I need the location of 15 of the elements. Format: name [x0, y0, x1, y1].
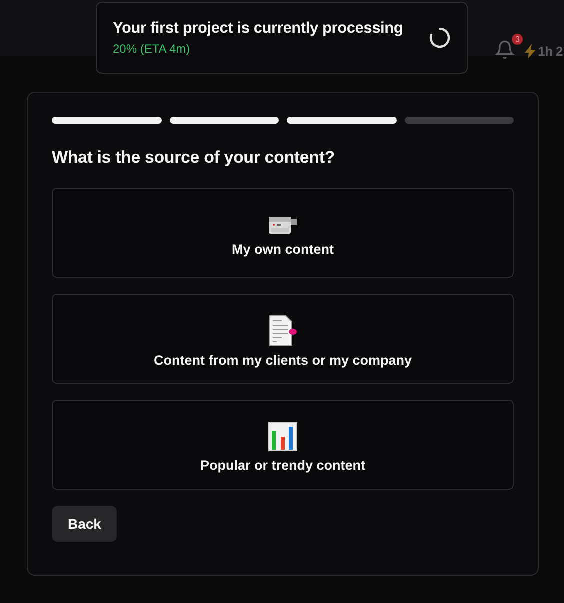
back-button[interactable]: Back — [52, 506, 118, 542]
lightning-icon — [525, 44, 536, 58]
spinner-icon — [429, 27, 451, 49]
document-icon — [268, 315, 298, 347]
video-camera-icon — [267, 214, 299, 236]
toast-progress: 20% (ETA 4m) — [113, 42, 192, 56]
toast-title: Your first project is currently processing — [113, 20, 404, 38]
notification-badge: 3 — [512, 34, 524, 45]
source-option[interactable]: Popular or trendy content — [52, 400, 514, 490]
source-option[interactable]: My own content — [52, 188, 514, 278]
bar-chart-icon — [268, 422, 298, 452]
credits-text: 1h 2 — [538, 44, 563, 58]
dialog-question: What is the source of your content? — [52, 148, 336, 168]
source-option[interactable]: Content from my clients or my company — [52, 294, 514, 384]
bell-icon[interactable] — [495, 40, 516, 60]
